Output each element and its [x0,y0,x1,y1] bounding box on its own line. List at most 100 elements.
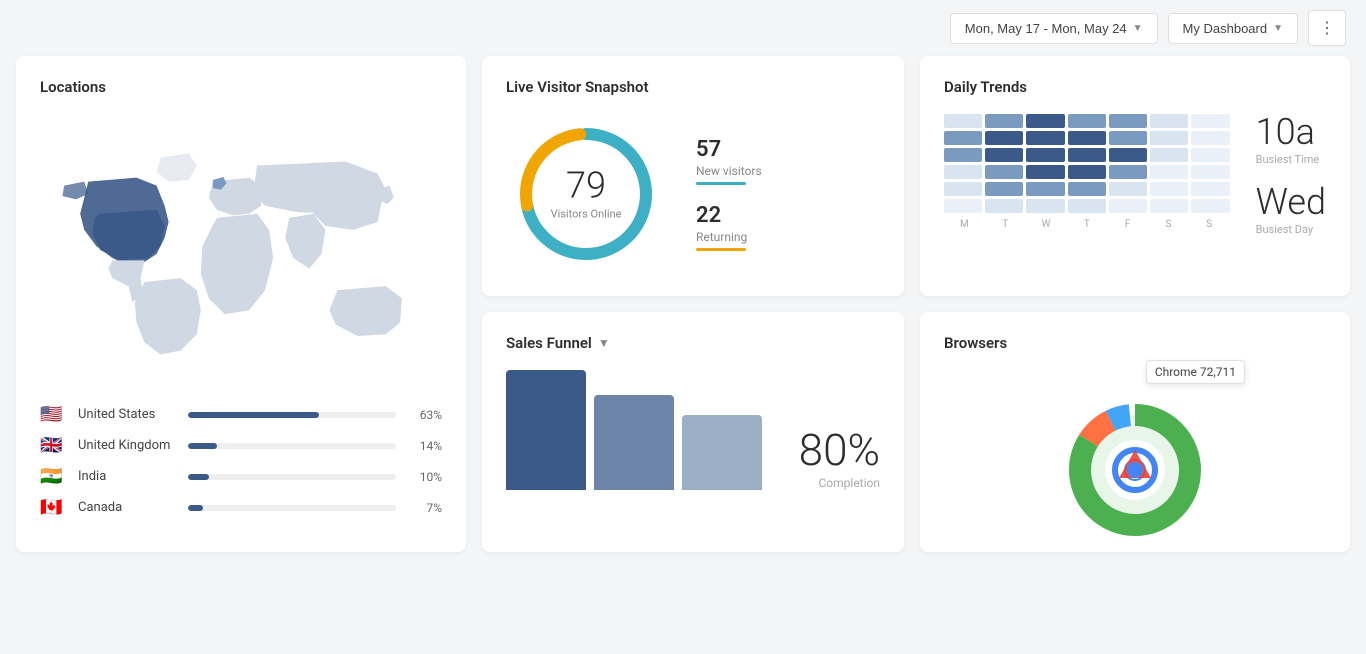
pct-ca: 7% [406,501,442,515]
dashboard-label: My Dashboard [1183,21,1268,36]
new-visitors-count: 57 [696,137,762,162]
daily-trends-card: Daily Trends M T W T F S S 10a Busiest [920,56,1350,296]
bar-fill-in [188,474,209,480]
heatmap-cell [1068,165,1106,179]
trends-info: 10a Busiest Time Wed Busiest Day [1246,114,1326,236]
flag-uk: 🇬🇧 [40,435,68,456]
heatmap-cell [1026,199,1064,213]
bar-track-us [188,412,396,418]
bar-track-ca [188,505,396,511]
heatmap-cell [944,114,982,128]
dots-icon: ⋮ [1319,20,1335,37]
country-in: India [78,469,178,484]
sales-bars-container [506,370,783,490]
visitor-count: 79 [551,168,622,204]
sales-bar-3 [682,415,762,490]
browsers-card: Browsers Chrome 72,711 [920,312,1350,552]
heatmap-cell [1109,165,1147,179]
heatmap-cell [985,114,1023,128]
heatmap-cell [1150,199,1188,213]
dashboard-selector-button[interactable]: My Dashboard ▼ [1168,13,1298,44]
returning-count: 22 [696,203,762,228]
completion-label: Completion [799,476,880,490]
sales-funnel-chevron-icon[interactable]: ▼ [598,336,610,350]
chrome-tooltip-label: Chrome [1155,365,1197,379]
flag-us: 🇺🇸 [40,404,68,425]
day-t2: T [1066,219,1107,230]
sales-funnel-card: Sales Funnel ▼ 80% Completion [482,312,904,552]
flag-ca: 🇨🇦 [40,497,68,518]
heatmap-cell [985,148,1023,162]
locations-card: Locations [16,56,466,552]
list-item: 🇨🇦 Canada 7% [40,497,442,518]
heatmap-cell [1191,114,1229,128]
country-ca: Canada [78,500,178,515]
daily-trends-title: Daily Trends [944,78,1326,96]
visitors-online-label: Visitors Online [551,208,622,221]
bar-fill-uk [188,443,217,449]
heatmap-cell [944,182,982,196]
busiest-time-block: 10a Busiest Time [1256,114,1326,166]
heatmap-cell [1026,165,1064,179]
heatmap-cell [944,199,982,213]
heatmap-cell [985,199,1023,213]
locations-title: Locations [40,78,442,96]
heatmap-cell [1109,114,1147,128]
live-visitor-title: Live Visitor Snapshot [506,78,880,96]
sales-title-row: Sales Funnel ▼ [506,334,880,352]
busiest-day-value: Wed [1256,184,1326,220]
sales-content: 80% Completion [506,370,880,490]
pct-uk: 14% [406,439,442,453]
country-list: 🇺🇸 United States 63% 🇬🇧 United Kingdom 1… [40,404,442,518]
heatmap-cell [985,131,1023,145]
day-w: W [1026,219,1067,230]
chrome-tooltip-value: 72,711 [1200,365,1236,379]
heatmap-cell [1068,199,1106,213]
day-labels: M T W T F S S [944,219,1230,230]
heatmap-cell [1109,182,1147,196]
heatmap-cell [1191,182,1229,196]
list-item: 🇮🇳 India 10% [40,466,442,487]
dashboard-grid: Live Visitor Snapshot 79 Visitors Online [0,56,1366,568]
bar-track-uk [188,443,396,449]
completion-area: 80% Completion [799,428,880,490]
heatmap-cell [985,182,1023,196]
returning-bar [696,248,746,251]
bar-track-in [188,474,396,480]
visitor-count-center: 79 Visitors Online [551,168,622,221]
heatmap-cell [1068,131,1106,145]
heatmap-cell [1191,131,1229,145]
flag-in: 🇮🇳 [40,466,68,487]
returning-label: Returning [696,230,762,244]
visitor-content: 79 Visitors Online 57 New visitors 22 Re… [506,114,880,274]
visitor-stats: 57 New visitors 22 Returning [696,137,762,251]
date-range-button[interactable]: Mon, May 17 - Mon, May 24 ▼ [950,13,1158,44]
heatmap-cell [1068,148,1106,162]
more-options-button[interactable]: ⋮ [1308,10,1346,46]
sales-bar-2 [594,395,674,490]
returning-stat: 22 Returning [696,203,762,251]
heatmap-cell [1026,182,1064,196]
heatmap-cell [1068,182,1106,196]
heatmap-grid [944,114,1230,213]
heatmap-cell [1109,131,1147,145]
heatmap-cell [1191,148,1229,162]
country-us: United States [78,407,178,422]
busiest-time-label: Busiest Time [1256,153,1326,166]
new-visitors-label: New visitors [696,164,762,178]
country-uk: United Kingdom [78,438,178,453]
new-visitors-bar [696,182,746,185]
list-item: 🇺🇸 United States 63% [40,404,442,425]
bar-fill-ca [188,505,203,511]
day-s1: S [1148,219,1189,230]
sales-funnel-title: Sales Funnel [506,334,592,352]
new-visitors-stat: 57 New visitors [696,137,762,185]
date-range-label: Mon, May 17 - Mon, May 24 [965,21,1127,36]
chrome-tooltip: Chrome 72,711 [1146,360,1245,384]
completion-pct: 80% [799,428,880,472]
browser-donut: Chrome 72,711 [1055,370,1215,530]
heatmap-cell [1026,114,1064,128]
pct-in: 10% [406,470,442,484]
day-m: M [944,219,985,230]
pct-us: 63% [406,408,442,422]
